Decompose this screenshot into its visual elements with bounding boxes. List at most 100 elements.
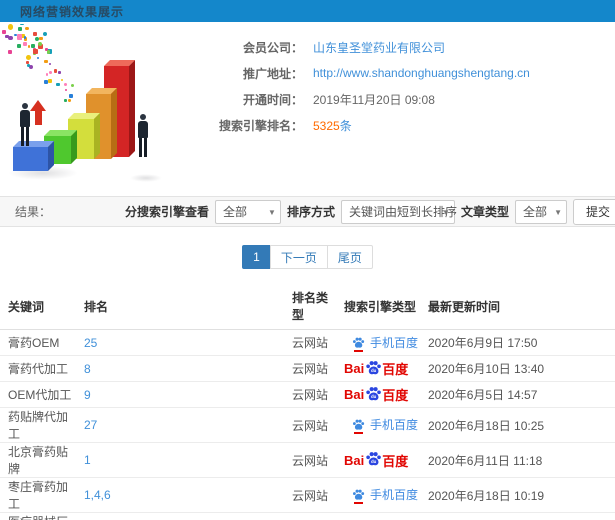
keyword-cell: 枣庄膏药加工	[0, 477, 76, 513]
mobile-baidu-label: 手机百度	[370, 488, 419, 502]
confetti-dot	[68, 99, 71, 102]
growth-arrow-icon	[30, 100, 47, 125]
chevron-down-icon: ▼	[268, 207, 276, 217]
confetti-dot	[39, 36, 44, 41]
baidu-logo-han: 百度	[382, 362, 409, 377]
updated-cell: 2020年6月11日 11:18	[420, 442, 615, 478]
page-1-button[interactable]: 1	[242, 245, 271, 269]
rank-link[interactable]: 27	[84, 418, 97, 432]
rank-type-cell: 云网站	[284, 355, 336, 382]
confetti-dot	[60, 79, 63, 82]
confetti-dot	[1, 29, 6, 34]
col-keyword: 关键词	[0, 283, 76, 330]
rank-cell: 8	[76, 355, 284, 382]
article-filter-label: 文章类型	[460, 205, 509, 219]
rank-link[interactable]: 1,4,6	[84, 488, 111, 502]
table-row: OEM代加工 9 云网站 Bai du 百度 2020年6月5日 14:57	[0, 381, 615, 408]
updated-cell: 2020年5月29日 10:32	[420, 512, 615, 520]
confetti-dot	[36, 57, 39, 60]
page-title: 网络营销效果展示	[20, 4, 125, 19]
confetti-dot	[65, 89, 68, 92]
rank-count-suffix: 条	[339, 118, 352, 133]
baidu-logo-bai: Bai	[344, 452, 365, 468]
confetti-dot	[42, 32, 47, 37]
col-rank-type: 排名类型	[284, 283, 336, 330]
confetti-dot	[34, 36, 39, 42]
keyword-cell: OEM代加工	[0, 381, 76, 408]
filter-group: 分搜索引擎查看 全部 ▼ 排序方式 关键词由短到长排序 ▼ 文章类型 全部 ▼ …	[125, 198, 615, 225]
confetti-dot	[37, 41, 42, 46]
table-row: 枣庄膏药加工 1,4,6 云网站 手机百度 2020年6月18日 10:19	[0, 477, 615, 513]
table-body: 膏药OEM 25 云网站 手机百度 2020年6月9日 17:50 膏药代加工 8 云网站 Ba…	[0, 329, 615, 520]
table-row: 北京膏药贴牌 1 云网站 Bai du 百度 2020年6月11日 11:18	[0, 442, 615, 478]
rank-link[interactable]: 9	[84, 388, 91, 402]
info-section: 会员公司： 山东皇圣堂药业有限公司 推广地址： http://www.shand…	[0, 22, 615, 190]
confetti-dot	[23, 36, 27, 39]
baidu-paw-icon: du	[366, 360, 382, 374]
rank-type-cell: 云网站	[284, 381, 336, 408]
field-rank-count: 搜索引擎排名： 5325条	[195, 112, 615, 138]
keyword-cell: 膏药代加工	[0, 355, 76, 382]
baidu-paw-icon: du	[366, 386, 382, 400]
updated-cell: 2020年6月18日 10:19	[420, 477, 615, 513]
confetti-dot	[17, 34, 23, 40]
updated-cell: 2020年6月5日 14:57	[420, 381, 615, 408]
mobile-baidu-badge[interactable]: 手机百度	[352, 416, 419, 434]
sort-select-value: 关键词由短到长排序	[348, 205, 457, 219]
company-link[interactable]: 山东皇圣堂药业有限公司	[313, 39, 445, 56]
confetti-dot	[48, 62, 52, 65]
chart-bar-blue	[13, 141, 54, 171]
sort-filter-label: 排序方式	[286, 205, 335, 219]
keyword-cell: 膏药OEM	[0, 329, 76, 356]
confetti-dot	[20, 24, 24, 25]
confetti-dot	[17, 44, 21, 48]
rank-cell: 1,4,6	[76, 477, 284, 513]
rank-cell: 4	[76, 512, 284, 520]
sort-select[interactable]: 关键词由短到长排序 ▼	[340, 199, 457, 224]
svg-text:du: du	[371, 459, 377, 464]
url-label: 推广地址：	[242, 66, 303, 81]
mobile-baidu-badge[interactable]: 手机百度	[352, 486, 419, 504]
confetti-dot	[27, 45, 31, 48]
confetti-dot	[23, 41, 28, 46]
next-page-button[interactable]: 下一页	[269, 245, 328, 269]
baidu-paw-icon	[352, 489, 365, 500]
baidu-logo-han: 百度	[382, 388, 409, 403]
baidu-paw-icon	[352, 419, 365, 430]
keyword-cell: 北京膏药贴牌	[0, 442, 76, 478]
baidu-paw-icon	[352, 337, 365, 348]
baidu-logo[interactable]: Bai du 百度	[344, 385, 408, 405]
rank-type-cell: 云网站	[284, 477, 336, 513]
rank-cell: 9	[76, 381, 284, 408]
field-open-time: 开通时间： 2019年11月20日 09:08	[195, 86, 615, 112]
svg-text:du: du	[371, 367, 377, 372]
engine-select[interactable]: 全部 ▼	[214, 199, 281, 224]
confetti-dot	[7, 24, 14, 30]
engine-cell: Bai du 百度	[336, 355, 420, 382]
engine-cell: Bai du 百度	[336, 442, 420, 478]
last-page-button[interactable]: 尾页	[326, 245, 373, 269]
mobile-baidu-badge[interactable]: 手机百度	[352, 334, 418, 352]
rank-link[interactable]: 25	[84, 336, 97, 350]
engine-cell: 手机百度	[336, 477, 420, 513]
mobile-baidu-label: 手机百度	[370, 418, 419, 432]
company-label: 会员公司：	[242, 40, 303, 55]
rank-cell: 25	[76, 329, 284, 356]
col-rank: 排名	[76, 283, 284, 330]
promo-url-link[interactable]: http://www.shandonghuangshengtang.cn	[313, 66, 530, 80]
submit-button[interactable]: 提交	[572, 198, 615, 225]
baidu-logo[interactable]: Bai du 百度	[344, 450, 408, 470]
article-type-select[interactable]: 全部 ▼	[514, 199, 567, 224]
confetti-dot	[69, 93, 74, 98]
baidu-logo-bai: Bai	[344, 387, 365, 402]
col-engine-type: 搜索引擎类型	[336, 283, 420, 330]
rank-link[interactable]: 8	[84, 362, 91, 376]
result-filter-bar: 结果： 分搜索引擎查看 全部 ▼ 排序方式 关键词由短到长排序 ▼ 文章类型 全…	[0, 196, 615, 227]
table-row: 膏药OEM 25 云网站 手机百度 2020年6月9日 17:50	[0, 329, 615, 356]
baidu-logo[interactable]: Bai du 百度	[344, 359, 408, 379]
confetti-dot	[71, 84, 75, 88]
rank-count-label: 搜索引擎排名：	[218, 118, 303, 133]
rank-link[interactable]: 1	[84, 453, 91, 467]
confetti-dot	[25, 26, 29, 31]
member-info: 会员公司： 山东皇圣堂药业有限公司 推广地址： http://www.shand…	[195, 22, 615, 138]
